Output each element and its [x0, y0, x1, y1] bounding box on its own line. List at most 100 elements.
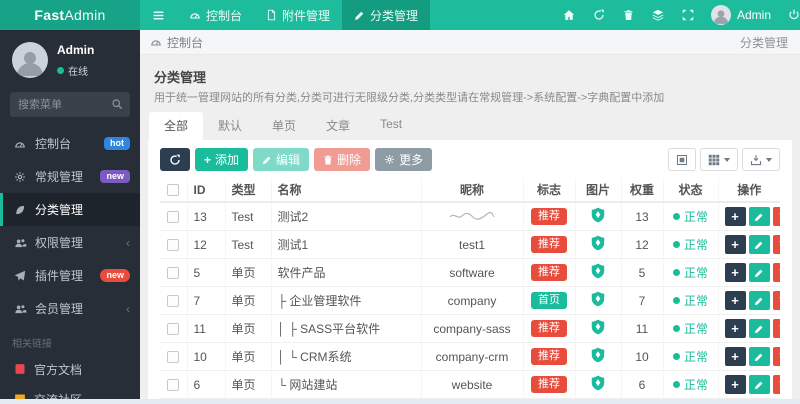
layers-button[interactable] — [643, 0, 673, 30]
app-logo[interactable]: Fast Admin — [0, 0, 140, 30]
tab-全部[interactable]: 全部 — [149, 112, 204, 140]
sidebar-item-分类管理[interactable]: 分类管理 — [0, 193, 140, 226]
toggle-view-button[interactable] — [668, 148, 696, 171]
table-view-controls — [668, 148, 780, 171]
add-button[interactable]: + 添加 — [195, 148, 249, 171]
cell-weight: 13 — [621, 202, 664, 231]
status-badge: 正常 — [672, 320, 708, 337]
row-add-sub-button[interactable]: + — [724, 235, 746, 254]
row-delete-button[interactable] — [772, 375, 780, 394]
status-badge: 正常 — [672, 264, 708, 281]
sidebar-item-label: 分类管理 — [35, 203, 84, 217]
refresh-button[interactable] — [584, 0, 614, 30]
sidebar-link-交流社区[interactable]: 交流社区 — [0, 384, 140, 399]
row-add-sub-button[interactable]: + — [724, 207, 746, 226]
topbar-right: Admin — [554, 0, 800, 30]
row-edit-button[interactable] — [748, 207, 770, 226]
status-label: 正常 — [683, 378, 708, 392]
cell-operations: + — [718, 286, 780, 315]
row-delete-button[interactable] — [772, 207, 780, 226]
flag-badge: 首页 — [531, 292, 567, 309]
category-image-icon[interactable] — [591, 319, 605, 335]
sidebar-item-控制台[interactable]: 控制台 hot — [0, 127, 140, 160]
refresh-button[interactable] — [160, 148, 190, 171]
row-add-sub-button[interactable]: + — [724, 319, 746, 338]
category-image-icon[interactable] — [591, 207, 605, 223]
category-image-icon[interactable] — [591, 375, 605, 391]
row-delete-button[interactable] — [772, 291, 780, 310]
tab-Test[interactable]: Test — [365, 112, 417, 140]
topnav-控制台[interactable]: 控制台 — [177, 0, 254, 30]
sidebar-link-label: 官方文档 — [34, 362, 83, 377]
sidebar-item-插件管理[interactable]: 插件管理 new — [0, 259, 140, 292]
online-dot-icon — [57, 67, 64, 74]
sidebar-item-常规管理[interactable]: 常规管理 new — [0, 160, 140, 193]
cell-type: 单页 — [225, 342, 272, 371]
status-label: 正常 — [683, 238, 708, 252]
home-button[interactable] — [554, 0, 584, 30]
more-button[interactable]: 更多 — [375, 148, 433, 171]
trash-button[interactable] — [614, 0, 643, 30]
cell-weight: 5 — [621, 258, 664, 287]
row-edit-button[interactable] — [748, 319, 770, 338]
status-label: 正常 — [683, 210, 708, 224]
category-image-icon[interactable] — [591, 291, 605, 307]
category-image-icon[interactable] — [591, 347, 605, 363]
row-checkbox[interactable] — [167, 323, 180, 336]
row-checkbox[interactable] — [167, 379, 180, 392]
row-edit-button[interactable] — [748, 263, 770, 282]
tab-文章[interactable]: 文章 — [311, 112, 365, 140]
tab-单页[interactable]: 单页 — [257, 112, 311, 140]
sidebar-item-label: 会员管理 — [35, 302, 84, 316]
admin-user-menu[interactable]: Admin — [703, 5, 779, 25]
menu-toggle[interactable] — [140, 0, 177, 30]
gauge-icon — [14, 138, 31, 150]
cell-nickname: test1 — [421, 230, 524, 259]
trash-icon — [623, 9, 634, 21]
row-edit-button[interactable] — [748, 235, 770, 254]
row-checkbox[interactable] — [167, 239, 180, 252]
row-delete-button[interactable] — [772, 235, 780, 254]
cell-weight: 10 — [621, 342, 664, 371]
breadcrumb-home[interactable]: 控制台 — [167, 34, 203, 51]
table-row: 11 单页 │ ├ SASS平台软件 company-sass 推荐 11 正常 + — [160, 314, 780, 343]
sidebar-item-权限管理[interactable]: 权限管理 ‹ — [0, 226, 140, 259]
row-edit-button[interactable] — [748, 375, 770, 394]
row-checkbox[interactable] — [167, 295, 180, 308]
row-edit-button[interactable] — [748, 347, 770, 366]
row-checkbox[interactable] — [167, 211, 180, 224]
row-checkbox[interactable] — [167, 351, 180, 364]
sidebar-item-会员管理[interactable]: 会员管理 ‹ — [0, 292, 140, 325]
cell-operations: + — [718, 202, 780, 231]
row-add-sub-button[interactable]: + — [724, 263, 746, 282]
export-button[interactable] — [742, 148, 780, 171]
topnav-分类管理[interactable]: 分类管理 — [342, 0, 431, 30]
logo-text-bold: Fast — [34, 7, 65, 23]
cell-image — [575, 258, 622, 287]
topnav-附件管理[interactable]: 附件管理 — [254, 0, 342, 30]
power-icon[interactable] — [779, 0, 800, 30]
sidebar-link-官方文档[interactable]: 官方文档 — [0, 354, 140, 384]
tab-默认[interactable]: 默认 — [203, 112, 257, 140]
flag-badge: 推荐 — [531, 264, 567, 281]
row-delete-button[interactable] — [772, 319, 780, 338]
cell-status: 正常 — [663, 370, 719, 399]
sidebar-profile[interactable]: Admin 在线 — [0, 30, 140, 90]
cell-weight: 7 — [621, 286, 664, 315]
row-add-sub-button[interactable]: + — [724, 375, 746, 394]
row-delete-button[interactable] — [772, 263, 780, 282]
expand-button[interactable] — [673, 0, 703, 30]
row-checkbox[interactable] — [167, 267, 180, 280]
category-image-icon[interactable] — [591, 263, 605, 279]
row-add-sub-button[interactable]: + — [724, 291, 746, 310]
edit-button[interactable]: 编辑 — [253, 148, 310, 171]
menu-badge: new — [100, 170, 130, 183]
row-edit-button[interactable] — [748, 291, 770, 310]
row-add-sub-button[interactable]: + — [724, 347, 746, 366]
category-image-icon[interactable] — [591, 235, 605, 251]
delete-button[interactable]: 删除 — [314, 148, 371, 171]
chevron-left-icon: ‹ — [126, 235, 130, 250]
row-delete-button[interactable] — [772, 347, 780, 366]
columns-button[interactable] — [700, 148, 738, 171]
select-all-checkbox[interactable] — [167, 184, 180, 197]
